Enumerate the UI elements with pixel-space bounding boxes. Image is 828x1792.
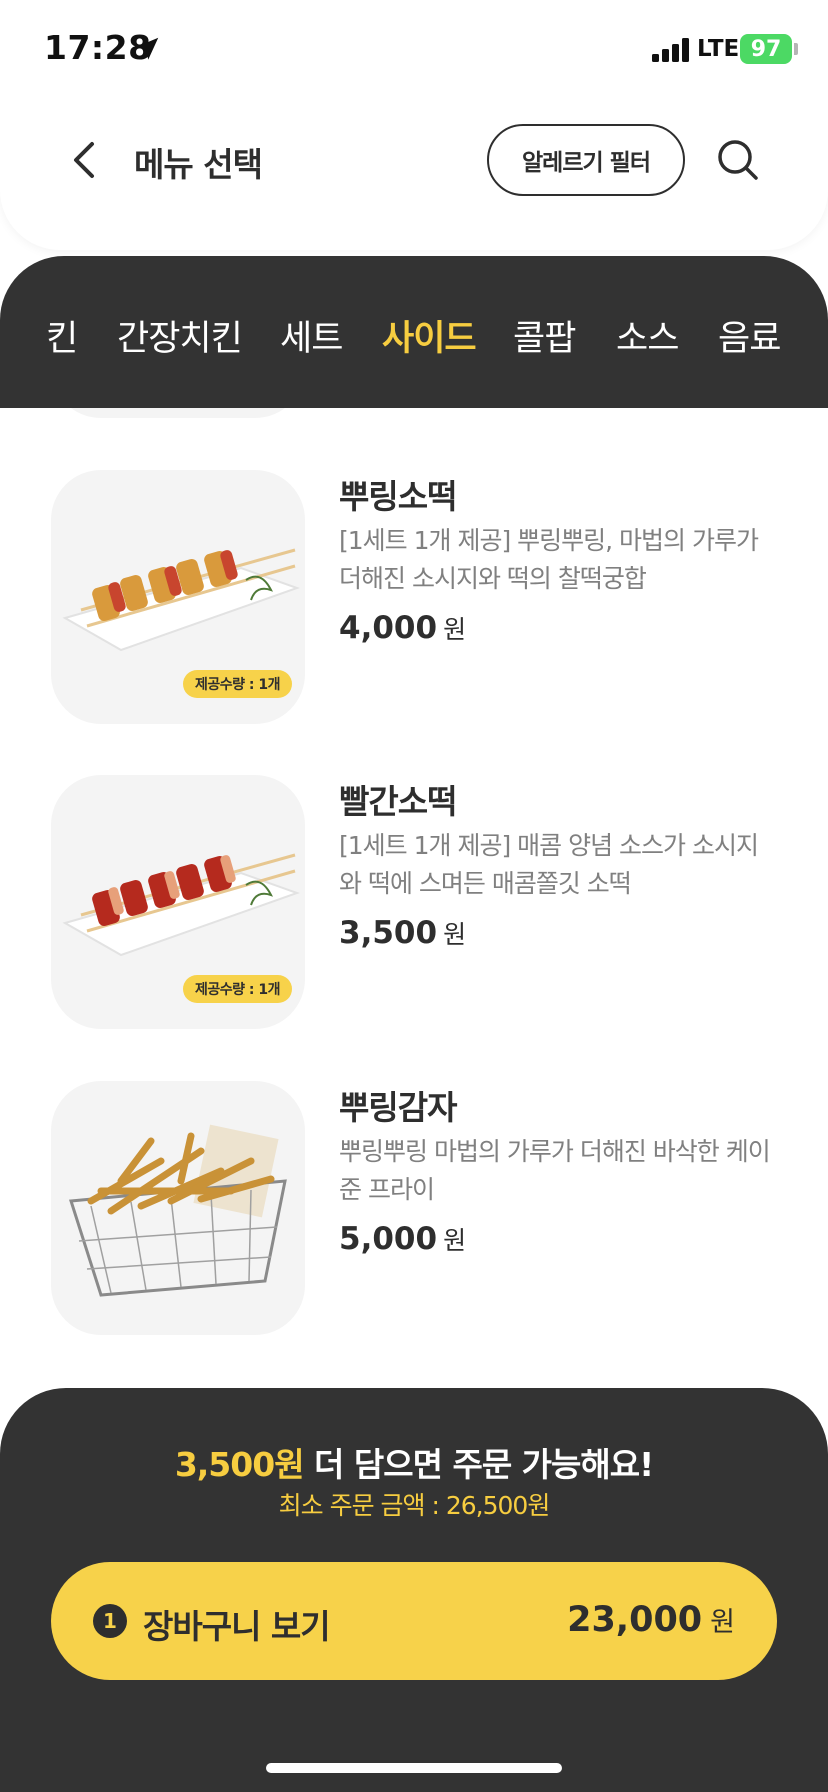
fries-basket-image [69, 1124, 287, 1297]
menu-price-unit: 원 [443, 615, 467, 644]
order-notice-amount: 3,500원 [174, 1445, 305, 1484]
search-icon[interactable] [716, 138, 760, 182]
menu-thumb: 제공수량 : 1개 [51, 470, 305, 724]
menu-price: 3,500 원 [339, 915, 466, 951]
tab-category-0[interactable]: 킨 [46, 310, 78, 361]
menu-price-value: 3,500 [339, 915, 438, 951]
menu-price-value: 5,000 [339, 1221, 438, 1257]
cart-label: 장바구니 보기 [143, 1607, 331, 1646]
menu-name: 뿌링소떡 [339, 477, 457, 516]
quantity-badge: 제공수량 : 1개 [183, 670, 292, 698]
quantity-badge: 제공수량 : 1개 [183, 975, 292, 1003]
signal-icon [652, 38, 689, 62]
menu-item[interactable]: 제공수량 : 1개 빨간소떡 [1세트 1개 제공] 매콤 양념 소스가 소시지… [0, 775, 828, 1031]
network-label: LTE [697, 36, 740, 62]
order-notice-message: 더 담으면 주문 가능해요! [303, 1445, 654, 1484]
menu-price-unit: 원 [443, 1226, 467, 1255]
cart-count-badge: 1 [93, 1604, 127, 1638]
tab-category-2[interactable]: 세트 [280, 310, 343, 361]
tab-category-4[interactable]: 콜팝 [513, 310, 576, 361]
menu-price: 5,000 원 [339, 1221, 466, 1257]
menu-item[interactable]: 제공수량 : 1개 뿌링소떡 [1세트 1개 제공] 뿌링뿌링, 마법의 가루가… [0, 470, 828, 726]
location-arrow-icon [135, 37, 159, 60]
order-notice: 3,500원 더 담으면 주문 가능해요! [0, 1438, 828, 1486]
tab-category-5[interactable]: 소스 [616, 310, 679, 361]
cart-total-unit: 원 [710, 1607, 735, 1638]
view-cart-button[interactable]: 1 장바구니 보기 23,000 원 [51, 1562, 777, 1680]
menu-price: 4,000 원 [339, 610, 466, 646]
menu-description: 뿌링뿌링 마법의 가루가 더해진 바삭한 케이준 프라이 [339, 1137, 771, 1204]
menu-item[interactable]: 뿌링감자 뿌링뿌링 마법의 가루가 더해진 바삭한 케이준 프라이 5,000 … [0, 1081, 828, 1337]
menu-description: [1세트 1개 제공] 매콤 양념 소스가 소시지와 떡에 스며든 매콤쫄깃 소… [339, 831, 759, 898]
menu-price-value: 4,000 [339, 610, 438, 646]
tab-category-3[interactable]: 사이드 [382, 310, 477, 361]
order-bottom-sheet: 3,500원 더 담으면 주문 가능해요! 최소 주문 금액 : 26,500원… [0, 1388, 828, 1792]
status-bar: 17:28 LTE 97 [0, 0, 828, 100]
menu-name: 빨간소떡 [339, 782, 457, 821]
battery-level: 97 [750, 36, 782, 62]
home-indicator[interactable] [266, 1763, 562, 1773]
menu-thumb: 제공수량 : 1개 [51, 775, 305, 1029]
menu-price-unit: 원 [443, 920, 467, 949]
menu-name: 뿌링감자 [339, 1088, 457, 1127]
cart-total-value: 23,000 [567, 1600, 703, 1640]
tab-category-1[interactable]: 간장치킨 [117, 310, 243, 361]
back-arrow-icon[interactable] [66, 138, 106, 182]
page-title: 메뉴 선택 [134, 145, 263, 184]
menu-description: [1세트 1개 제공] 뿌링뿌링, 마법의 가루가 더해진 소시지와 떡의 찰떡… [339, 526, 759, 593]
battery-cap [794, 43, 798, 55]
min-order-amount: 최소 주문 금액 : 26,500원 [278, 1491, 551, 1520]
cart-total: 23,000 원 [567, 1600, 735, 1640]
header: 17:28 LTE 97 메뉴 선택 알레르기 필터 [0, 0, 828, 250]
menu-thumb [51, 1081, 305, 1335]
allergy-filter-button[interactable]: 알레르기 필터 [487, 124, 685, 196]
tab-category-6[interactable]: 음료 [718, 310, 781, 361]
battery-icon: 97 [740, 34, 792, 64]
category-tabs: 킨 간장치킨 세트 사이드 콜팝 소스 음료 [0, 256, 828, 408]
